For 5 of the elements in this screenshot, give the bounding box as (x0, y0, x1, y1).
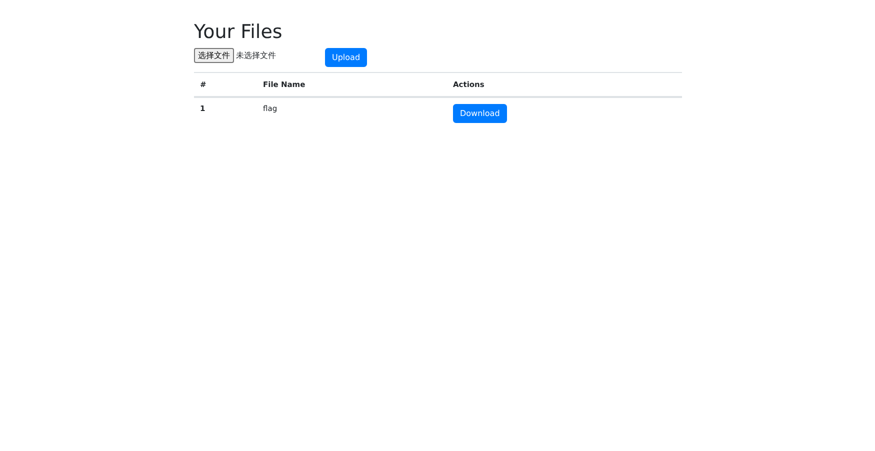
download-button[interactable]: Download (453, 104, 507, 123)
file-status-text: 未选择文件 (236, 50, 276, 61)
choose-file-button[interactable]: 选择文件 (194, 48, 234, 63)
page-title: Your Files (194, 20, 284, 44)
upload-button[interactable]: Upload (325, 48, 368, 67)
